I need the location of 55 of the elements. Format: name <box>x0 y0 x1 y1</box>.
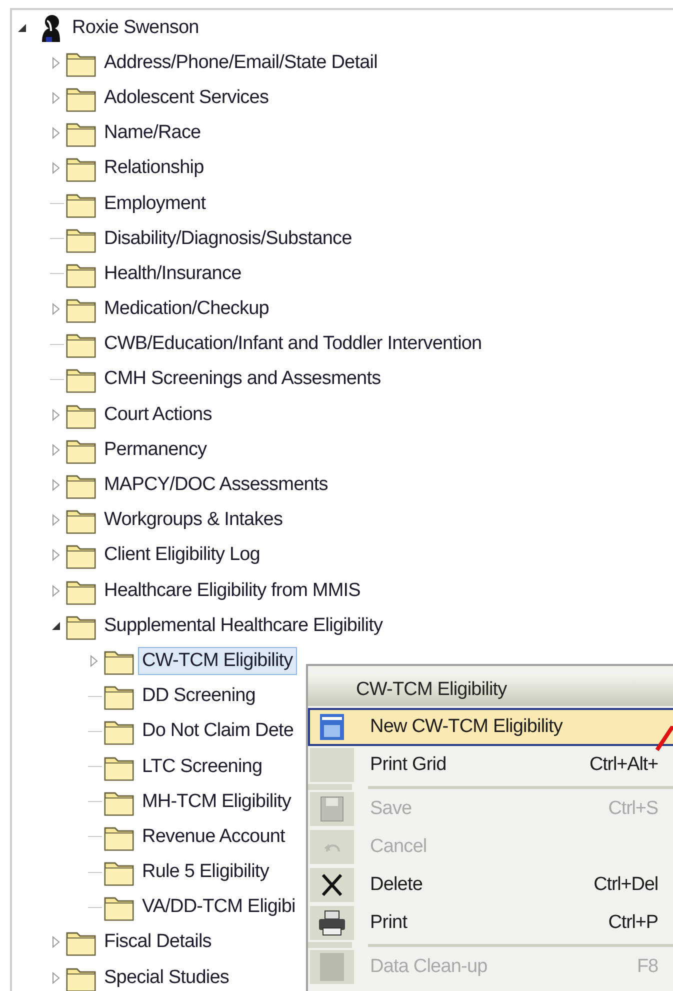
collapse-arrow-icon[interactable] <box>50 620 62 632</box>
expand-arrow-icon[interactable] <box>50 972 62 984</box>
tree-item[interactable]: CW-TCM Eligibility <box>138 646 297 675</box>
tree-item[interactable]: Client Eligibility Log <box>100 541 264 570</box>
square-icon <box>319 952 345 982</box>
tree-item[interactable]: Roxie Swenson <box>68 14 203 42</box>
expand-arrow-icon[interactable] <box>50 56 62 69</box>
expand-arrow-icon[interactable] <box>50 92 62 104</box>
expand-arrow-icon[interactable] <box>50 514 62 526</box>
tree-item[interactable]: Special Studies <box>100 964 233 991</box>
expand-arrow-icon[interactable] <box>50 408 62 421</box>
collapse-arrow-icon[interactable] <box>16 22 28 34</box>
tree-item[interactable]: Do Not Claim Dete <box>138 717 298 746</box>
tree-item[interactable]: Adolescent Services <box>100 84 273 112</box>
tree-item[interactable]: Healthcare Eligibility from MMIS <box>100 576 364 605</box>
menu-item[interactable]: Delete Ctrl+Del <box>308 866 673 904</box>
tree-item[interactable]: MAPCY/DOC Assessments <box>100 471 332 500</box>
tree-item[interactable]: DD Screening <box>138 682 260 710</box>
expand-arrow-icon[interactable] <box>50 127 62 140</box>
expand-arrow-icon[interactable] <box>50 303 62 316</box>
annotation-line <box>655 726 673 752</box>
tree-item[interactable]: CWB/Education/Infant and Toddler Intervention <box>100 330 486 358</box>
tree-item[interactable]: Revenue Account <box>138 822 289 851</box>
tree-item[interactable]: Fiscal Details <box>100 928 216 956</box>
expand-arrow-icon[interactable] <box>50 936 62 948</box>
tree-item[interactable]: Name/Race <box>100 119 205 148</box>
tree-item[interactable]: MH-TCM Eligibility <box>138 788 296 816</box>
menu-item[interactable]: Print Grid Ctrl+Alt+ <box>308 746 673 784</box>
printer-icon <box>318 910 346 936</box>
tree-item[interactable]: LTC Screening <box>138 752 266 781</box>
tree-item[interactable]: Address/Phone/Email/State Detail <box>100 48 382 77</box>
expand-arrow-icon[interactable] <box>50 479 62 492</box>
menu-item[interactable]: New CW-TCM Eligibility <box>308 708 673 746</box>
expand-arrow-icon[interactable] <box>50 584 62 597</box>
tree-item[interactable]: Workgroups & Intakes <box>100 506 287 534</box>
tree-item[interactable]: Court Actions <box>100 400 216 429</box>
tree-item[interactable]: Employment <box>100 190 210 218</box>
tree-item[interactable]: CMH Screenings and Assesments <box>100 365 385 394</box>
expand-arrow-icon[interactable] <box>88 654 100 667</box>
tree-item[interactable]: Health/Insurance <box>100 260 246 288</box>
tree-item[interactable]: Rule 5 Eligibility <box>138 858 273 886</box>
close-icon <box>321 873 343 897</box>
tree-item[interactable]: VA/DD-TCM Eligibi <box>138 893 300 922</box>
tree-item[interactable]: Disability/Diagnosis/Substance <box>100 224 356 253</box>
tree-item[interactable]: Medication/Checkup <box>100 295 273 324</box>
tree-item[interactable]: Relationship <box>100 154 208 182</box>
menu-title: CW-TCM Eligibility <box>308 674 673 706</box>
menu-item[interactable]: Print Ctrl+P <box>308 904 673 942</box>
expand-arrow-icon[interactable] <box>50 444 62 456</box>
undo-icon <box>322 842 342 852</box>
expand-arrow-icon[interactable] <box>50 549 62 562</box>
tree-item[interactable]: Supplemental Healthcare Eligibility <box>100 612 387 640</box>
tree-item[interactable]: Permanency <box>100 436 211 464</box>
expand-arrow-icon[interactable] <box>50 162 62 174</box>
grid-icon <box>319 713 345 741</box>
